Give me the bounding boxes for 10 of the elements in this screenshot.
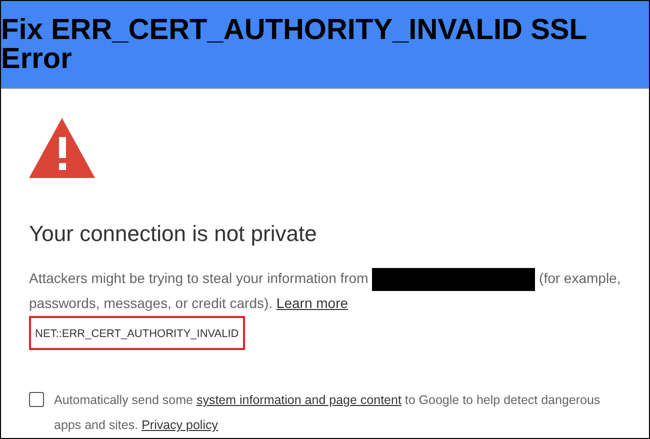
privacy-policy-link[interactable]: Privacy policy: [142, 418, 218, 432]
checkbox[interactable]: [29, 392, 44, 407]
banner-title: Fix ERR_CERT_AUTHORITY_INVALID SSL Error: [1, 16, 588, 74]
error-code: NET::ERR_CERT_AUTHORITY_INVALID: [35, 328, 239, 340]
warning-icon: [29, 118, 95, 178]
system-info-link[interactable]: system information and page content: [196, 393, 402, 407]
report-option-text: Automatically send some system information and page content to Google to help detect dangerous apps and sites. Privacy policy: [54, 392, 602, 434]
error-message: Attackers might be trying to steal your information from (for example, passwords, messages, or credit cards). Learn more: [29, 267, 622, 313]
learn-more-link[interactable]: Learn more: [276, 295, 348, 311]
error-heading: Your connection is not private: [29, 220, 318, 248]
